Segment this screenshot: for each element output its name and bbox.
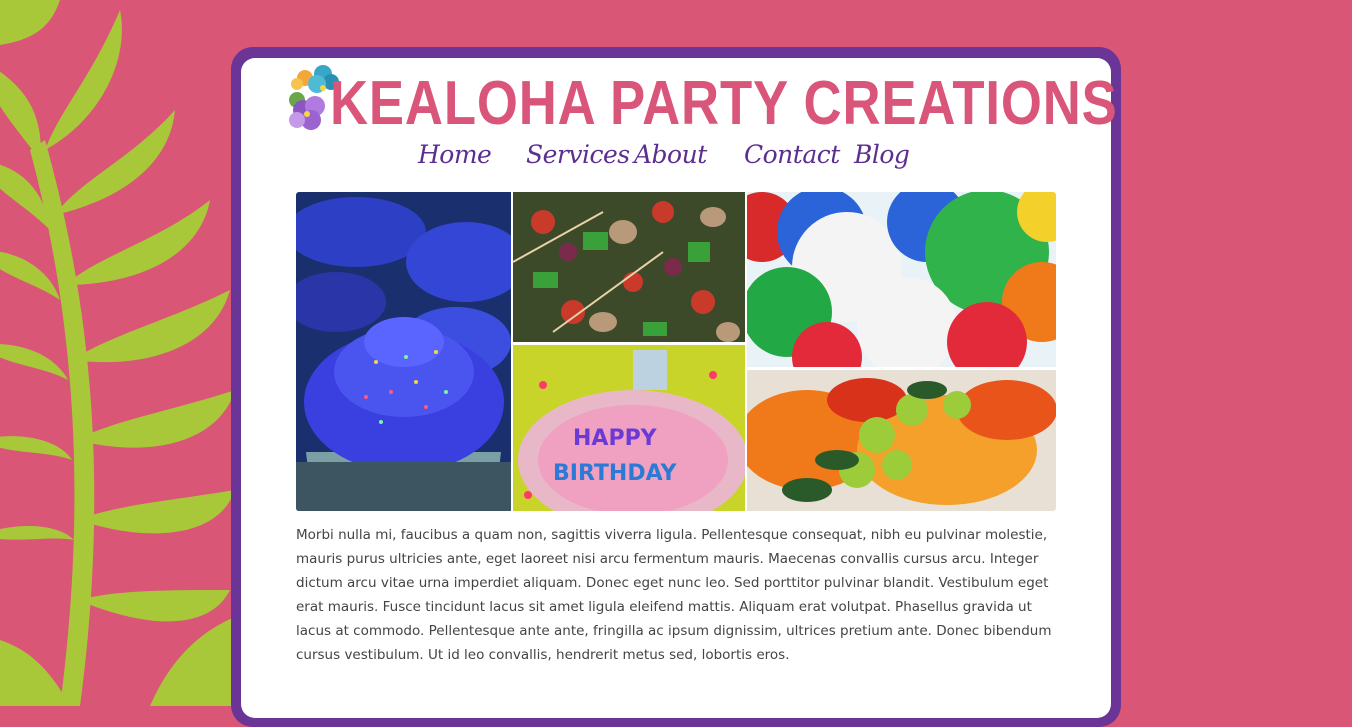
nav-services[interactable]: Services: [526, 140, 630, 169]
birthday-plate-photo: HAPPY BIRTHDAY: [513, 345, 745, 511]
intro-paragraph: Morbi nulla mi, faucibus a quam non, sag…: [296, 527, 1052, 663]
tropical-flowers-photo: [747, 370, 1056, 511]
photo-gallery: HAPPY BIRTHDAY: [296, 192, 1056, 511]
balloons-photo: [747, 192, 1056, 367]
nav-home[interactable]: Home: [418, 140, 492, 169]
nav-blog[interactable]: Blog: [854, 140, 910, 169]
nav-contact[interactable]: Contact: [744, 140, 840, 169]
kebabs-photo: [513, 192, 745, 342]
fern-leaf-decoration: [0, 0, 240, 706]
site-title: KEALOHA PARTY CREATIONS: [330, 69, 1118, 138]
svg-text:HAPPY: HAPPY: [573, 426, 658, 451]
svg-text:BIRTHDAY: BIRTHDAY: [553, 461, 678, 486]
cupcakes-photo: [296, 192, 511, 511]
nav-about[interactable]: About: [634, 140, 707, 169]
